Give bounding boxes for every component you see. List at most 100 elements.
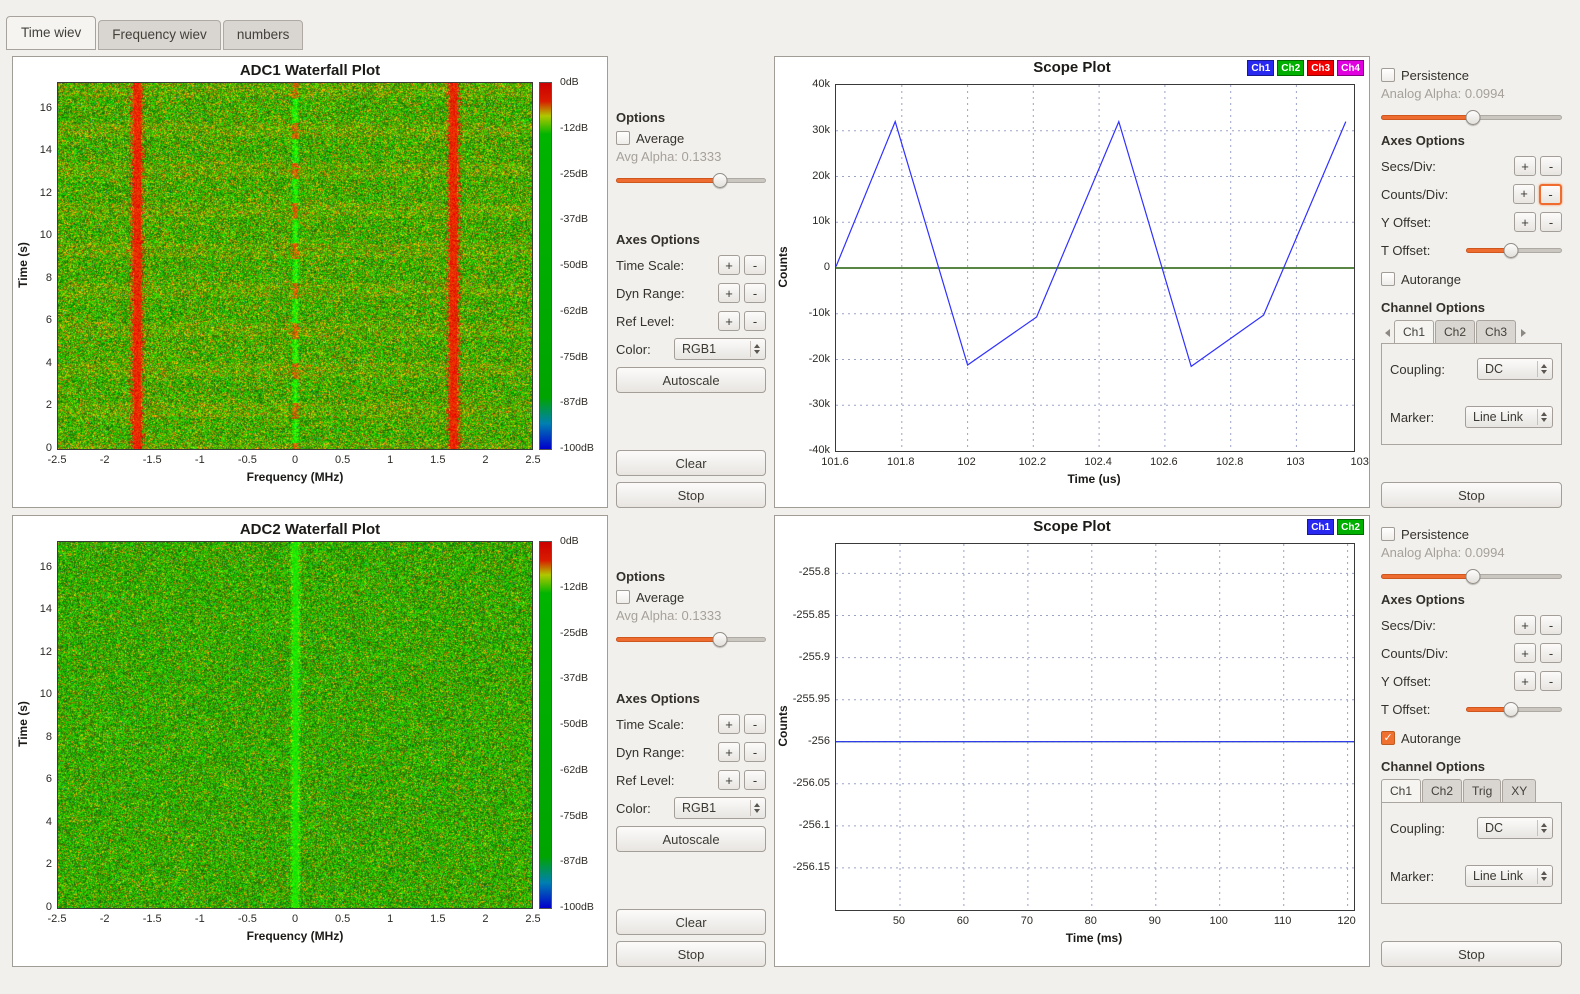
legend-chip-ch4[interactable]: Ch4 <box>1337 60 1364 76</box>
time-scale-plus-button[interactable]: + <box>718 255 740 275</box>
persistence-checkbox-row[interactable]: Persistence <box>1381 64 1562 86</box>
coupling-combo[interactable]: DC <box>1477 817 1553 839</box>
channel-tab-ch1[interactable]: Ch1 <box>1381 779 1421 803</box>
avg-alpha-slider[interactable] <box>616 632 766 647</box>
ref-level-plus-button[interactable]: + <box>718 311 740 331</box>
ref-level-minus-button[interactable]: - <box>744 770 766 790</box>
channel-tab-ch1[interactable]: Ch1 <box>1394 320 1434 344</box>
avg-alpha-slider[interactable] <box>616 173 766 188</box>
dyn-range-plus-button[interactable]: + <box>718 283 740 303</box>
legend-chip-ch1[interactable]: Ch1 <box>1307 519 1334 535</box>
average-checkbox[interactable] <box>616 131 630 145</box>
scope-options-panel: Persistence Analog Alpha: 0.0994 Axes Op… <box>1377 515 1563 967</box>
y-offset-plus-button[interactable]: + <box>1514 671 1536 691</box>
autorange-checkbox-row[interactable]: Autorange <box>1381 727 1562 749</box>
counts-div-plus-button[interactable]: + <box>1513 184 1535 204</box>
counts-div-minus-button[interactable]: - <box>1539 184 1562 205</box>
persistence-checkbox[interactable] <box>1381 527 1395 541</box>
coupling-combo[interactable]: DC <box>1477 358 1553 380</box>
counts-div-minus-button[interactable]: - <box>1540 643 1562 663</box>
average-checkbox[interactable] <box>616 590 630 604</box>
coupling-row: Coupling: DC <box>1390 817 1553 839</box>
waterfall-plot-area[interactable] <box>57 541 533 909</box>
scope-chart[interactable] <box>836 85 1354 451</box>
autoscale-button[interactable]: Autoscale <box>616 826 766 852</box>
time-scale-plus-button[interactable]: + <box>718 714 740 734</box>
marker-combo[interactable]: Line Link <box>1465 865 1553 887</box>
channel-tab-ch3[interactable]: Ch3 <box>1476 320 1516 344</box>
dyn-range-minus-button[interactable]: - <box>744 283 766 303</box>
axes-options-header: Axes Options <box>616 691 766 706</box>
y-offset-minus-button[interactable]: - <box>1540 671 1562 691</box>
slider-handle[interactable] <box>712 632 727 647</box>
spinner-arrows-icon[interactable] <box>750 800 763 816</box>
slider-handle[interactable] <box>1504 243 1519 258</box>
channel-tab-xy[interactable]: XY <box>1502 779 1536 803</box>
analog-alpha-slider[interactable] <box>1381 110 1562 125</box>
secs-div-minus-button[interactable]: - <box>1540 156 1562 176</box>
average-checkbox-row[interactable]: Average <box>616 586 766 608</box>
tick-label: -30k <box>809 398 830 410</box>
scope-plot-area[interactable] <box>835 543 1355 911</box>
marker-combo[interactable]: Line Link <box>1465 406 1553 428</box>
stop-button[interactable]: Stop <box>1381 941 1562 967</box>
time-scale-minus-button[interactable]: - <box>744 255 766 275</box>
autorange-checkbox-row[interactable]: Autorange <box>1381 268 1562 290</box>
stop-button[interactable]: Stop <box>616 482 766 508</box>
ref-level-label: Ref Level: <box>616 773 675 788</box>
spinner-arrows-icon[interactable] <box>1537 868 1550 884</box>
persistence-checkbox-row[interactable]: Persistence <box>1381 523 1562 545</box>
legend-chip-ch3[interactable]: Ch3 <box>1307 60 1334 76</box>
secs-div-plus-button[interactable]: + <box>1514 615 1536 635</box>
autoscale-button[interactable]: Autoscale <box>616 367 766 393</box>
stop-button[interactable]: Stop <box>616 941 766 967</box>
tab-frequency-view[interactable]: Frequency wiev <box>98 20 221 50</box>
spinner-arrows-icon[interactable] <box>750 341 763 357</box>
secs-div-minus-button[interactable]: - <box>1540 615 1562 635</box>
spinner-arrows-icon[interactable] <box>1537 409 1550 425</box>
channel-tab-ch2[interactable]: Ch2 <box>1422 779 1462 803</box>
dyn-range-plus-button[interactable]: + <box>718 742 740 762</box>
y-offset-plus-button[interactable]: + <box>1514 212 1536 232</box>
legend-chip-ch2[interactable]: Ch2 <box>1277 60 1304 76</box>
average-checkbox-row[interactable]: Average <box>616 127 766 149</box>
clear-button[interactable]: Clear <box>616 450 766 476</box>
spinner-arrows-icon[interactable] <box>1537 820 1550 836</box>
waterfall-canvas[interactable] <box>58 83 532 449</box>
waterfall-y-axis-label: Time (s) <box>16 82 30 448</box>
waterfall-canvas[interactable] <box>58 542 532 908</box>
time-scale-minus-button[interactable]: - <box>744 714 766 734</box>
spinner-arrows-icon[interactable] <box>1537 361 1550 377</box>
secs-div-plus-button[interactable]: + <box>1514 156 1536 176</box>
channel-tab-ch2[interactable]: Ch2 <box>1435 320 1475 344</box>
stop-button[interactable]: Stop <box>1381 482 1562 508</box>
channel-tab-trig[interactable]: Trig <box>1463 779 1501 803</box>
persistence-checkbox[interactable] <box>1381 68 1395 82</box>
color-combo[interactable]: RGB1 <box>674 797 766 819</box>
ref-level-plus-button[interactable]: + <box>718 770 740 790</box>
t-offset-slider[interactable] <box>1466 702 1562 717</box>
y-offset-minus-button[interactable]: - <box>1540 212 1562 232</box>
scope-chart[interactable] <box>836 544 1354 910</box>
tab-time-view[interactable]: Time wiev <box>6 16 96 50</box>
tab-scroll-right-icon[interactable] <box>1517 322 1530 344</box>
clear-button[interactable]: Clear <box>616 909 766 935</box>
slider-handle[interactable] <box>1466 110 1481 125</box>
waterfall-plot-area[interactable] <box>57 82 533 450</box>
legend-chip-ch1[interactable]: Ch1 <box>1247 60 1274 76</box>
tab-numbers[interactable]: numbers <box>223 20 304 50</box>
tab-scroll-left-icon[interactable] <box>1381 322 1394 344</box>
legend-chip-ch2[interactable]: Ch2 <box>1337 519 1364 535</box>
scope-plot-area[interactable] <box>835 84 1355 452</box>
slider-handle[interactable] <box>712 173 727 188</box>
counts-div-plus-button[interactable]: + <box>1514 643 1536 663</box>
color-combo[interactable]: RGB1 <box>674 338 766 360</box>
analog-alpha-slider[interactable] <box>1381 569 1562 584</box>
slider-handle[interactable] <box>1504 702 1519 717</box>
dyn-range-minus-button[interactable]: - <box>744 742 766 762</box>
slider-handle[interactable] <box>1466 569 1481 584</box>
autorange-checkbox[interactable] <box>1381 272 1395 286</box>
ref-level-minus-button[interactable]: - <box>744 311 766 331</box>
t-offset-slider[interactable] <box>1466 243 1562 258</box>
autorange-checkbox[interactable] <box>1381 731 1395 745</box>
